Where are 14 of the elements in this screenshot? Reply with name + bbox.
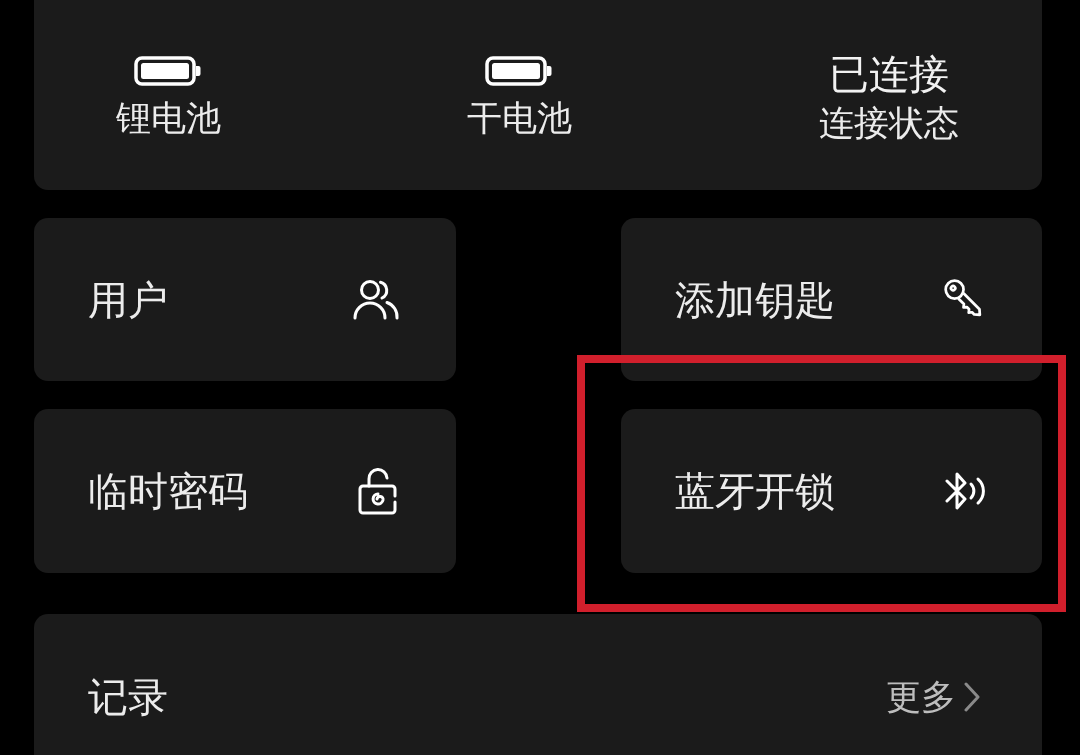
open-lock-icon bbox=[356, 466, 400, 516]
more-link[interactable]: 更多 bbox=[886, 674, 980, 720]
chevron-right-icon bbox=[964, 682, 980, 712]
users-icon bbox=[352, 277, 400, 322]
menu-tile[interactable]: 临时密码 bbox=[34, 409, 456, 573]
menu-tile[interactable]: 用户 bbox=[34, 218, 456, 381]
battery-type-label: 干电池 bbox=[466, 98, 572, 138]
connection-status-value: 已连接 bbox=[829, 51, 949, 97]
battery-icon bbox=[134, 56, 202, 86]
battery-icon bbox=[485, 56, 553, 86]
connection-status-label: 连接状态 bbox=[819, 103, 959, 143]
records-title: 记录 bbox=[88, 674, 168, 720]
menu-tile[interactable]: 添加钥匙 bbox=[621, 218, 1042, 381]
battery-type-label: 锂电池 bbox=[115, 98, 221, 138]
